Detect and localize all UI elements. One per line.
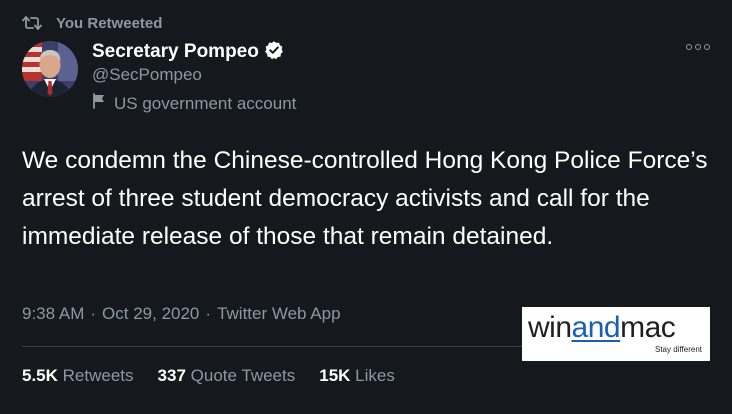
retweet-banner-label: You Retweeted	[56, 14, 163, 32]
account-label-text: US government account	[114, 93, 297, 113]
likes-label: Likes	[355, 366, 395, 385]
retweets-count: 5.5K	[22, 366, 58, 385]
watermark-logo: winandmac	[528, 311, 676, 344]
user-handle[interactable]: @SecPompeo	[92, 65, 296, 85]
tweet-date[interactable]: Oct 29, 2020	[102, 304, 199, 323]
likes-count: 15K	[319, 366, 351, 385]
name-row: Secretary Pompeo	[92, 40, 296, 64]
meta-separator: ·	[90, 304, 97, 323]
engagement-stats: 5.5K Retweets 337 Quote Tweets 15K Likes	[22, 366, 395, 386]
meta-separator: ·	[205, 304, 212, 323]
quote-tweets-stat[interactable]: 337 Quote Tweets	[158, 366, 296, 386]
watermark-part2: and	[571, 311, 621, 344]
quote-tweets-label: Quote Tweets	[190, 366, 296, 385]
avatar[interactable]	[22, 41, 78, 97]
user-info: Secretary Pompeo @SecPompeo US governmen…	[92, 40, 296, 114]
display-name[interactable]: Secretary Pompeo	[92, 41, 259, 63]
quote-tweets-count: 337	[157, 366, 186, 385]
watermark-part3: mac	[620, 311, 676, 344]
flag-icon	[92, 93, 106, 114]
tweet-time[interactable]: 9:38 AM	[22, 304, 84, 323]
retweet-banner: You Retweeted	[22, 12, 162, 34]
watermark-tagline: Stay different	[655, 345, 702, 354]
retweet-icon	[22, 15, 42, 31]
account-label: US government account	[92, 93, 296, 114]
tweet-meta: 9:38 AM · Oct 29, 2020 · Twitter Web App	[22, 304, 341, 324]
retweets-stat[interactable]: 5.5K Retweets	[22, 366, 134, 386]
tweet-text: We condemn the Chinese-controlled Hong K…	[22, 147, 708, 250]
more-options-icon[interactable]	[686, 44, 710, 50]
winandmac-watermark: winandmac Stay different	[522, 307, 710, 361]
watermark-part1: win	[528, 311, 572, 344]
retweets-label: Retweets	[62, 366, 134, 385]
likes-stat[interactable]: 15K Likes	[319, 366, 395, 386]
tweet-source[interactable]: Twitter Web App	[217, 304, 340, 323]
verified-badge-icon	[264, 40, 284, 65]
